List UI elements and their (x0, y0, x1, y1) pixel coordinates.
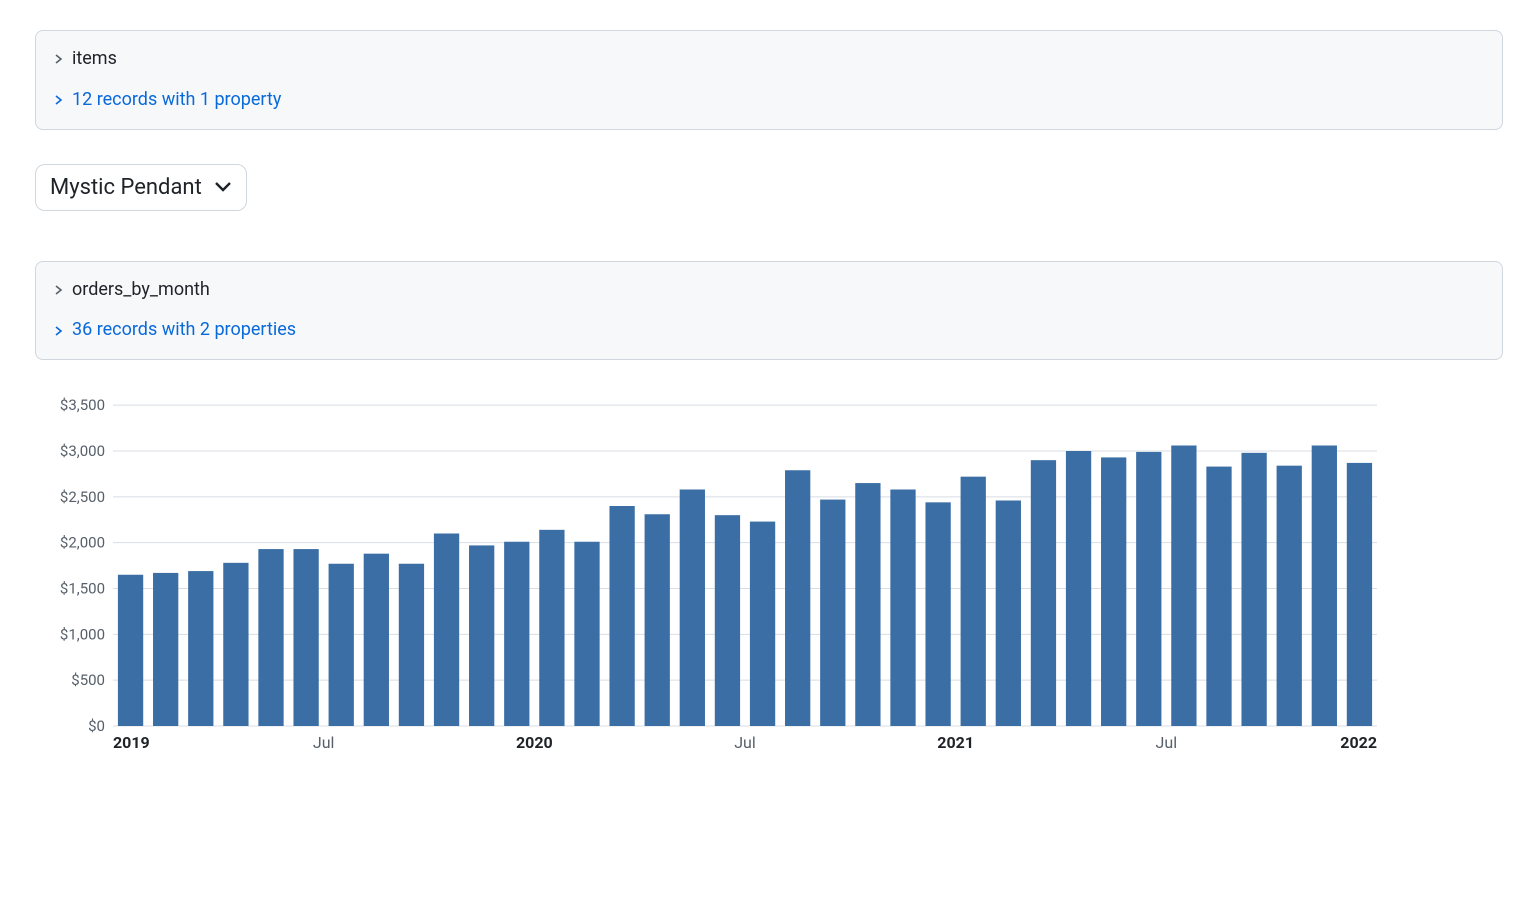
bar (399, 564, 424, 726)
bar (1101, 458, 1126, 727)
svg-text:Jul: Jul (734, 733, 756, 752)
orders-card: orders_by_month 36 records with 2 proper… (35, 261, 1503, 361)
bar (258, 549, 283, 726)
bar (504, 542, 529, 726)
svg-text:$3,500: $3,500 (60, 396, 105, 414)
bar (574, 542, 599, 726)
svg-text:$0: $0 (88, 717, 105, 735)
svg-text:$1,500: $1,500 (60, 580, 105, 598)
bar (715, 515, 740, 726)
bar-chart-svg: $0 $500 $1,000 $1,500 $2,000 $2,500 $3,000 $3,5… (35, 386, 1395, 756)
bar (539, 530, 564, 726)
bar (925, 503, 950, 727)
bar (1031, 460, 1056, 726)
svg-text:$2,000: $2,000 (60, 534, 105, 552)
bar (1136, 452, 1161, 726)
item-selector-value: Mystic Pendant (50, 175, 202, 200)
chevron-right-icon (54, 326, 64, 336)
bar (434, 534, 459, 727)
svg-text:2020: 2020 (516, 733, 553, 752)
svg-text:2019: 2019 (113, 733, 150, 752)
bar (118, 575, 143, 726)
bar (293, 549, 318, 726)
orders-summary-row[interactable]: 36 records with 2 properties (54, 316, 1484, 345)
bar (1241, 453, 1266, 726)
chevron-right-icon (54, 95, 64, 105)
bar (329, 564, 354, 726)
bar (469, 546, 494, 727)
bar (996, 501, 1021, 727)
bar (785, 470, 810, 726)
svg-text:$2,500: $2,500 (60, 488, 105, 506)
items-summary: 12 records with 1 property (72, 86, 281, 115)
svg-text:Jul: Jul (313, 733, 335, 752)
orders-chart: $0 $500 $1,000 $1,500 $2,000 $2,500 $3,000 $3,5… (35, 386, 1503, 756)
bar (750, 522, 775, 726)
orders-name: orders_by_month (72, 276, 210, 305)
items-name-row[interactable]: items (54, 45, 1484, 74)
items-card: items 12 records with 1 property (35, 30, 1503, 130)
bar (1347, 463, 1372, 726)
bar (153, 573, 178, 726)
bar (855, 483, 880, 726)
bar (1206, 467, 1231, 726)
chevron-down-icon (214, 178, 232, 197)
items-name: items (72, 45, 117, 74)
orders-name-row[interactable]: orders_by_month (54, 276, 1484, 305)
chevron-right-icon (54, 285, 64, 295)
bar (188, 571, 213, 726)
bar (645, 514, 670, 726)
bar (890, 490, 915, 727)
bar (1171, 446, 1196, 727)
item-selector[interactable]: Mystic Pendant (35, 164, 247, 211)
bar (961, 477, 986, 726)
svg-text:2022: 2022 (1340, 733, 1377, 752)
svg-text:2021: 2021 (937, 733, 974, 752)
bar (1066, 451, 1091, 726)
svg-text:Jul: Jul (1156, 733, 1178, 752)
orders-summary: 36 records with 2 properties (72, 316, 296, 345)
bar (1312, 446, 1337, 727)
bar (364, 554, 389, 726)
chevron-right-icon (54, 54, 64, 64)
bar (820, 500, 845, 726)
bar (1277, 466, 1302, 726)
svg-text:$500: $500 (71, 671, 105, 689)
bar (680, 490, 705, 727)
bar (609, 506, 634, 726)
items-summary-row[interactable]: 12 records with 1 property (54, 86, 1484, 115)
bar (223, 563, 248, 726)
svg-text:$1,000: $1,000 (60, 626, 105, 644)
svg-text:$3,000: $3,000 (60, 442, 105, 460)
